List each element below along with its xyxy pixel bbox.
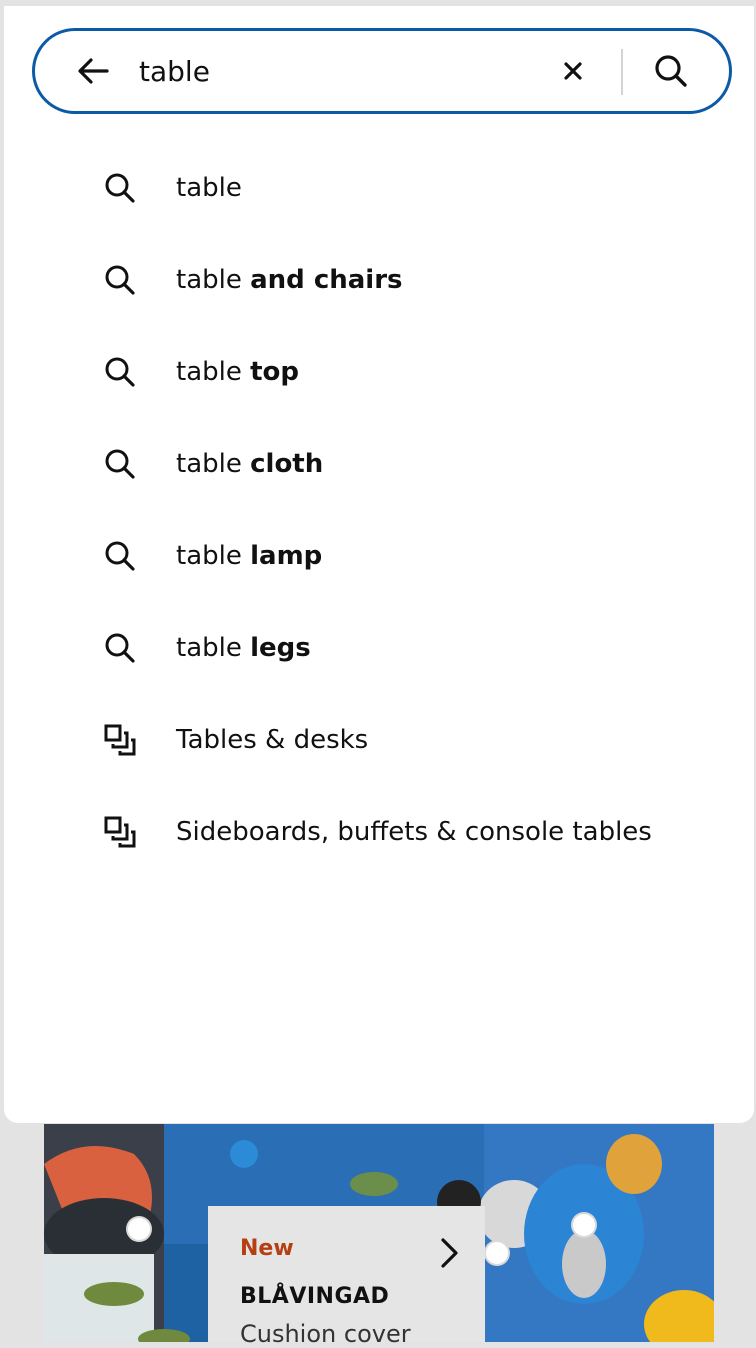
search-icon — [105, 265, 135, 295]
suggestion-label: Tables & desks — [176, 725, 369, 755]
suggestion-item[interactable]: table lamp — [4, 510, 754, 602]
hotspot-dot[interactable] — [571, 1212, 597, 1238]
product-name: BLÅVINGAD — [240, 1284, 390, 1309]
new-badge: New — [240, 1236, 294, 1261]
search-divider — [621, 49, 623, 95]
arrow-left-icon — [78, 58, 109, 84]
search-icon — [105, 541, 135, 571]
search-icon — [655, 55, 687, 87]
suggestion-category-item[interactable]: Sideboards, buffets & console tables — [4, 786, 754, 878]
chevron-right-icon — [441, 1238, 458, 1268]
product-card[interactable]: New BLÅVINGAD Cushion cover — [208, 1206, 485, 1348]
hotspot-dot[interactable] — [126, 1216, 152, 1242]
search-icon — [105, 449, 135, 479]
back-button[interactable] — [73, 51, 113, 91]
hotspot-dot[interactable] — [484, 1240, 510, 1266]
search-icon — [105, 173, 135, 203]
category-icon — [104, 724, 136, 756]
suggestion-item[interactable]: table legs — [4, 602, 754, 694]
close-icon — [564, 62, 582, 80]
search-icon — [105, 633, 135, 663]
category-icon — [104, 816, 136, 848]
suggestion-item[interactable]: table — [4, 142, 754, 234]
suggestion-label: Sideboards, buffets & console tables — [176, 817, 652, 847]
search-submit-button[interactable] — [651, 51, 691, 91]
suggestion-label: table — [176, 173, 242, 203]
suggestion-label: table cloth — [176, 449, 324, 479]
search-icon — [105, 357, 135, 387]
clear-button[interactable] — [559, 57, 587, 85]
suggestion-label: table and chairs — [176, 265, 403, 295]
search-bar — [32, 28, 732, 114]
suggestion-label: table top — [176, 357, 300, 387]
suggestion-item[interactable]: table cloth — [4, 418, 754, 510]
suggestion-item[interactable]: table and chairs — [4, 234, 754, 326]
search-panel: table table and chairs table top table c… — [4, 6, 754, 1123]
suggestion-list: table table and chairs table top table c… — [4, 142, 754, 878]
suggestion-label: table lamp — [176, 541, 323, 571]
search-input[interactable] — [139, 47, 519, 95]
suggestion-item[interactable]: table top — [4, 326, 754, 418]
product-description: Cushion cover — [240, 1320, 411, 1348]
suggestion-label: table legs — [176, 633, 311, 663]
suggestion-category-item[interactable]: Tables & desks — [4, 694, 754, 786]
